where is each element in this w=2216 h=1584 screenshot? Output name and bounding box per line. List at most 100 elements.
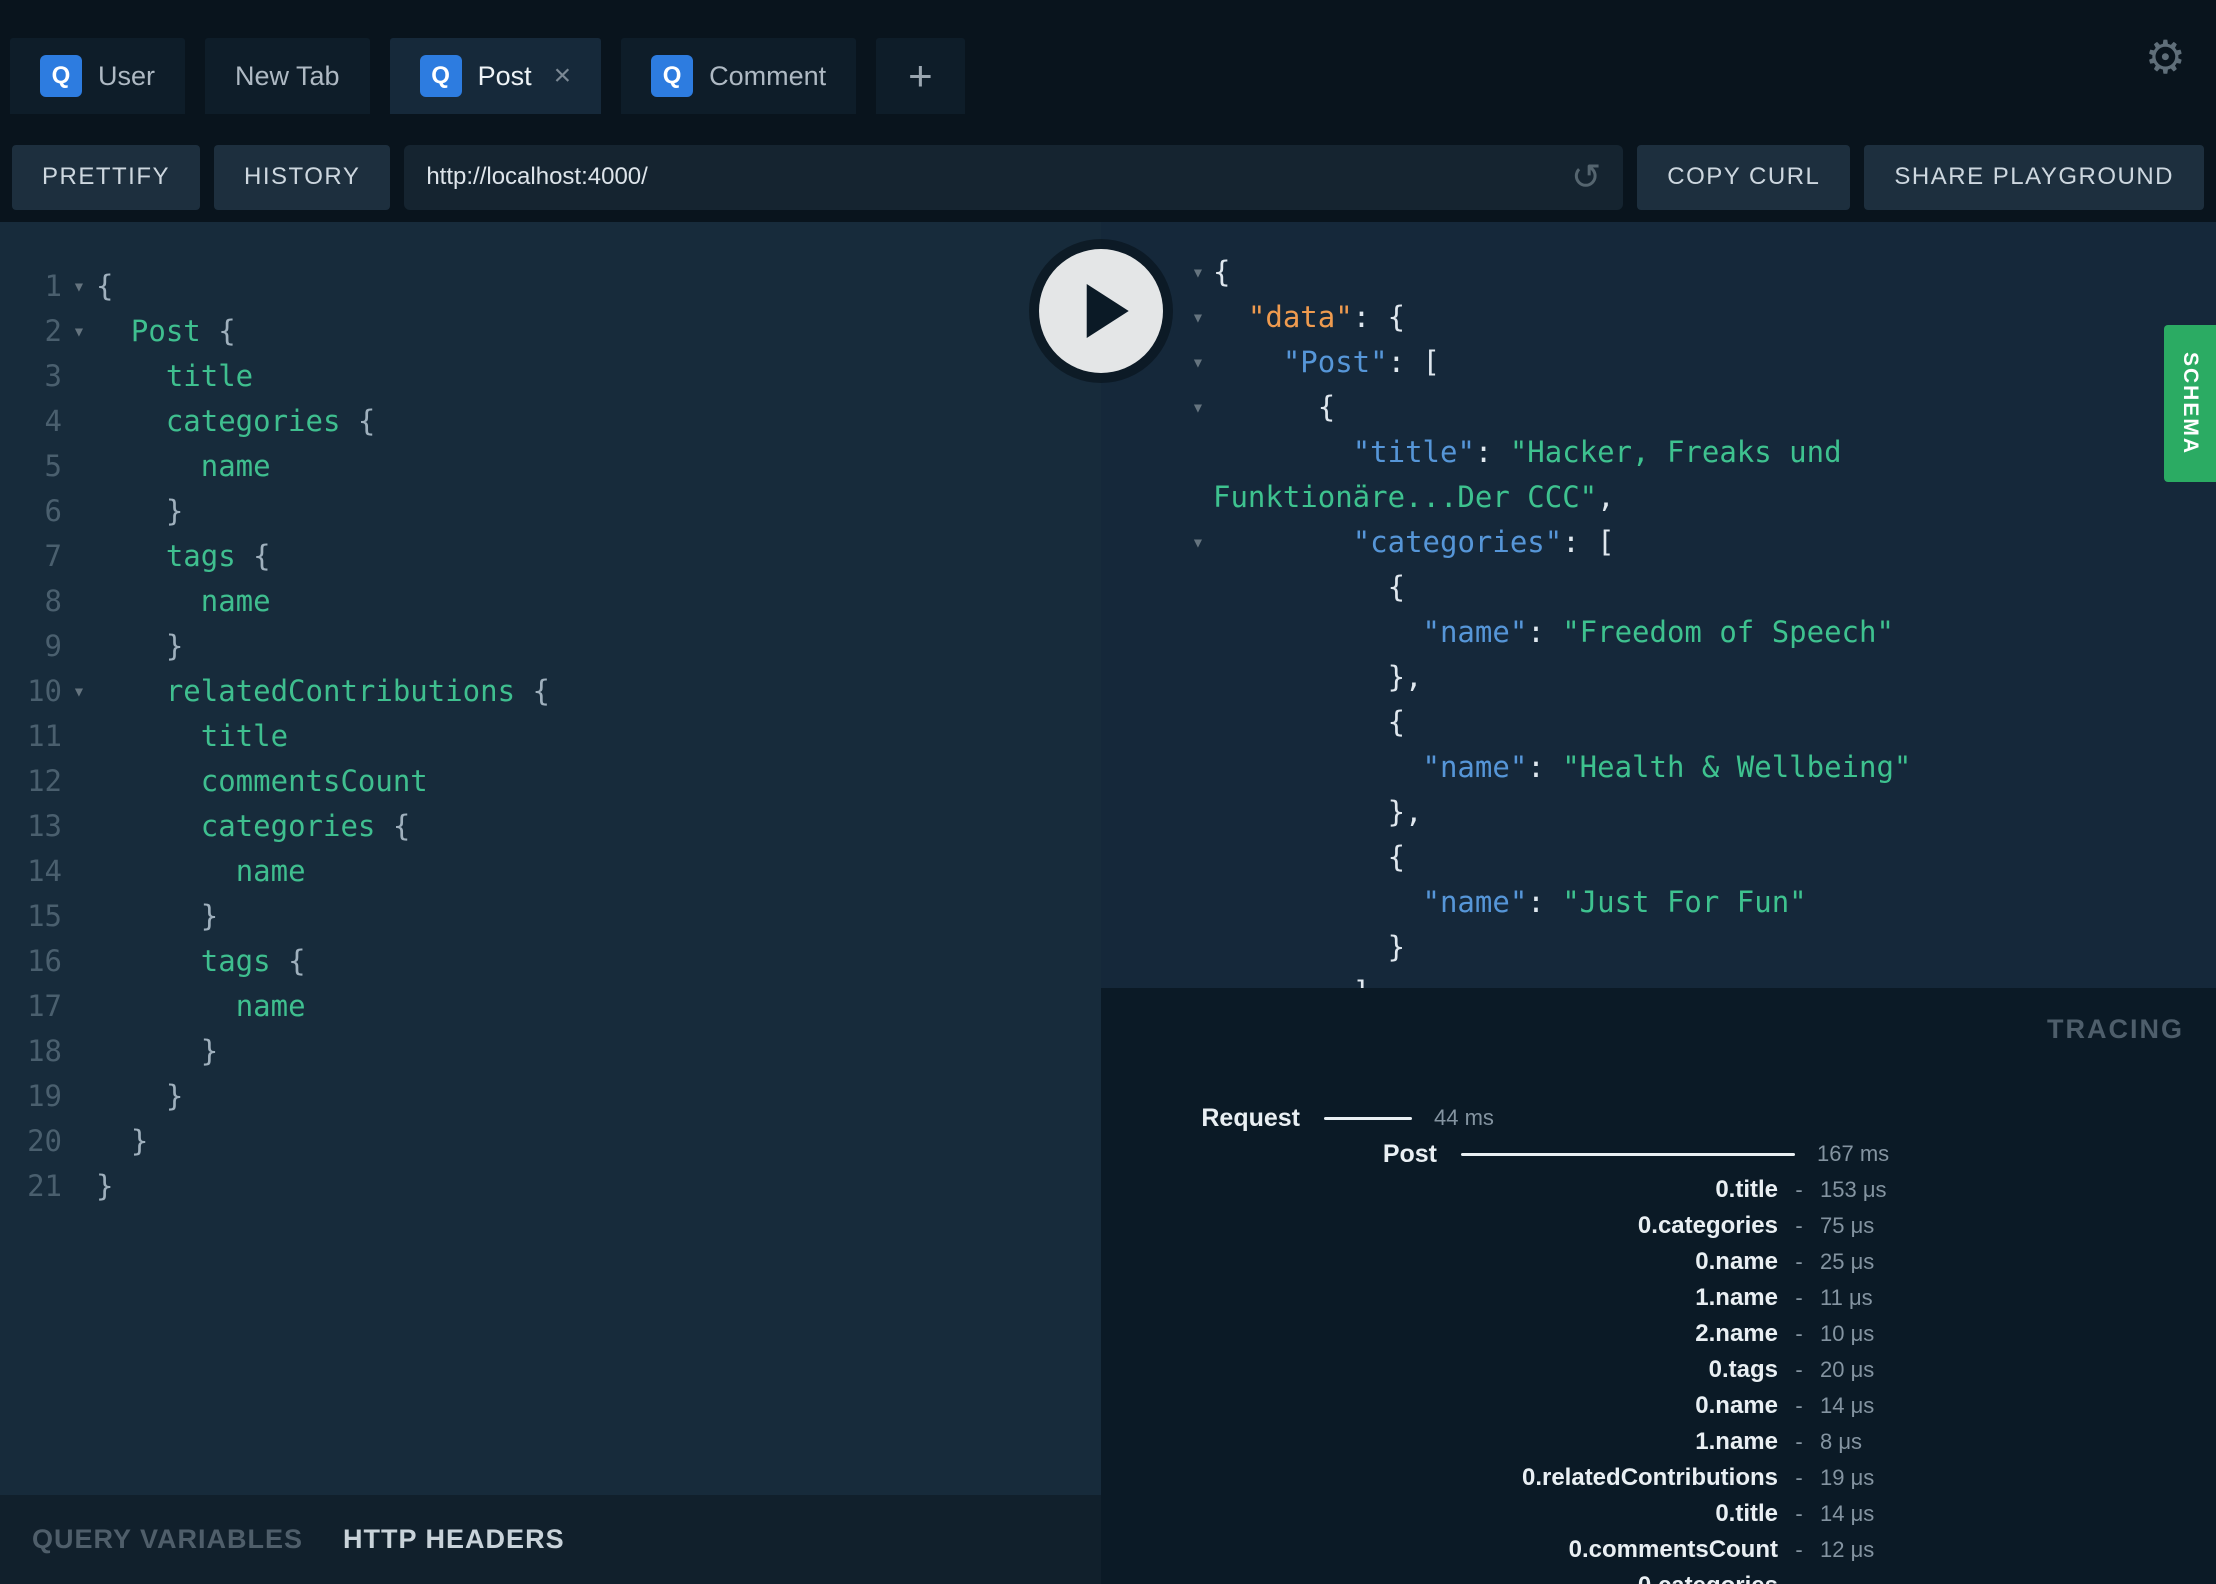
editor-line[interactable]: 15 } xyxy=(0,894,1101,939)
response-viewer[interactable]: ▾{▾ "data": {▾ "Post": [▾ { "title": "Ha… xyxy=(1101,222,2216,988)
tracing-span-row: Request 44 ms xyxy=(1101,1100,2216,1136)
editor-line[interactable]: 11 title xyxy=(0,714,1101,759)
line-number: 16 xyxy=(27,944,62,978)
tracing-field-row: 2.name -10 μs xyxy=(1101,1316,2216,1352)
tab-bar-tabs: Q User New Tab Q Post × Q Comment + xyxy=(10,38,965,114)
editor-line[interactable]: 10 ▾ relatedContributions { xyxy=(0,669,1101,714)
tracing-span-label: Request xyxy=(1201,1103,1300,1132)
tracing-dash: - xyxy=(1795,1285,1803,1310)
editor-bottom-bar: QUERY VARIABLES HTTP HEADERS xyxy=(0,1495,1101,1584)
tracing-span-duration: 167 ms xyxy=(1817,1141,1890,1166)
copy-curl-button[interactable]: COPY CURL xyxy=(1637,144,1851,210)
tracing-duration-bar xyxy=(1324,1116,1412,1120)
editor-line[interactable]: 7 tags { xyxy=(0,534,1101,579)
editor-line[interactable]: 21} xyxy=(0,1164,1101,1209)
fold-arrow-icon[interactable]: ▾ xyxy=(62,264,96,309)
response-line: ▾{ xyxy=(1192,250,2196,295)
share-playground-button[interactable]: SHARE PLAYGROUND xyxy=(1864,144,2204,210)
tracing-field-duration: 19 μs xyxy=(1820,1465,1875,1490)
editor-line[interactable]: 2 ▾ Post { xyxy=(0,309,1101,354)
code-text: commentsCount xyxy=(200,764,428,798)
fold-arrow-icon[interactable]: ▾ xyxy=(1185,250,1211,295)
response-line: Funktionäre...Der CCC", xyxy=(1213,480,1615,514)
tab-user[interactable]: Q User xyxy=(10,38,186,114)
tracing-field-row: 0.title -14 μs xyxy=(1101,1496,2216,1532)
code-text: } xyxy=(96,629,184,663)
line-number: 6 xyxy=(44,494,62,528)
line-number: 12 xyxy=(27,764,62,798)
line-number: 18 xyxy=(27,1034,62,1068)
editor-line[interactable]: 8 name xyxy=(0,579,1101,624)
tab-label: Post xyxy=(477,60,532,91)
editor-line[interactable]: 3 title xyxy=(0,354,1101,399)
fold-arrow-icon[interactable]: ▾ xyxy=(1185,520,1211,565)
tab-post[interactable]: Q Post × xyxy=(389,38,602,114)
code-text: name xyxy=(200,584,271,618)
tracing-field-row: 0.name -25 μs xyxy=(1101,1244,2216,1280)
editor-line[interactable]: 6 } xyxy=(0,489,1101,534)
editor-line[interactable]: 12 commentsCount xyxy=(0,759,1101,804)
editor-line[interactable]: 5 name xyxy=(0,444,1101,489)
editor-line[interactable]: 4 categories { xyxy=(0,399,1101,444)
query-variables-tab[interactable]: QUERY VARIABLES xyxy=(32,1524,303,1555)
response-line: ▾ "categories": [ xyxy=(1192,520,2196,565)
line-number: 7 xyxy=(44,539,62,573)
http-headers-tab[interactable]: HTTP HEADERS xyxy=(343,1524,565,1555)
tracing-field-row: 0.relatedContributions -19 μs xyxy=(1101,1460,2216,1496)
tracing-span-row: Post 167 ms xyxy=(1101,1136,2216,1172)
line-number: 4 xyxy=(44,404,62,438)
fold-arrow-icon[interactable]: ▾ xyxy=(1185,295,1211,340)
tracing-field-duration: 25 μs xyxy=(1820,1249,1875,1274)
tracing-dash: - xyxy=(1795,1429,1803,1454)
tracing-dash: - xyxy=(1795,1321,1803,1346)
new-tab-button[interactable]: + xyxy=(876,38,965,114)
code-text: title xyxy=(165,359,254,393)
code-text: title xyxy=(200,719,289,753)
line-number: 19 xyxy=(27,1079,62,1113)
tracing-field-row: 0.title -153 μs xyxy=(1101,1172,2216,1208)
tracing-field-duration: 75 μs xyxy=(1820,1213,1875,1238)
response-line: ▾ "Post": [ xyxy=(1192,340,2196,385)
tracing-field-name: 0.tags xyxy=(1708,1356,1778,1383)
tab-label: New Tab xyxy=(235,60,340,91)
tracing-dash: - xyxy=(1795,1249,1803,1274)
fold-arrow-icon[interactable]: ▾ xyxy=(1185,340,1211,385)
endpoint-url-input[interactable] xyxy=(426,163,1572,191)
query-editor-pane[interactable]: 1 ▾{2 ▾ Post {3 title 4 categories {5 name 6… xyxy=(0,222,1101,1584)
editor-line[interactable]: 9 } xyxy=(0,624,1101,669)
fold-gutter-spacer xyxy=(62,939,96,984)
play-icon xyxy=(1086,284,1129,338)
editor-line[interactable]: 18 } xyxy=(0,1029,1101,1074)
response-line: ▾ "data": { xyxy=(1192,295,2196,340)
editor-line[interactable]: 1 ▾{ xyxy=(0,264,1101,309)
tracing-field-name: 0.name xyxy=(1695,1392,1778,1419)
reload-schema-icon[interactable]: ↺ xyxy=(1571,159,1601,195)
response-line: "name": "Health & Wellbeing" xyxy=(1422,750,1912,784)
fold-gutter-spacer xyxy=(62,444,96,489)
schema-tab[interactable]: SCHEMA xyxy=(2164,325,2216,482)
history-button[interactable]: HISTORY xyxy=(214,144,391,210)
tracing-field-duration: 14 μs xyxy=(1820,1393,1875,1418)
execute-query-button[interactable] xyxy=(1039,249,1163,373)
line-number: 2 xyxy=(44,314,62,348)
editor-line[interactable]: 19 } xyxy=(0,1074,1101,1119)
tracing-dash: - xyxy=(1795,1393,1803,1418)
line-number: 3 xyxy=(44,359,62,393)
editor-line[interactable]: 16 tags { xyxy=(0,939,1101,984)
tab-comment[interactable]: Q Comment xyxy=(621,38,857,114)
response-line: ] xyxy=(1213,970,2196,988)
editor-line[interactable]: 14 name xyxy=(0,849,1101,894)
tracing-dash: - xyxy=(1795,1213,1803,1238)
tab-new-tab[interactable]: New Tab xyxy=(205,38,370,114)
fold-arrow-icon[interactable]: ▾ xyxy=(62,309,96,354)
prettify-button[interactable]: PRETTIFY xyxy=(12,144,201,210)
fold-gutter-spacer xyxy=(62,399,96,444)
code-text: } xyxy=(96,1124,149,1158)
settings-gear-icon[interactable]: ⚙ xyxy=(2145,34,2186,80)
editor-line[interactable]: 17 name xyxy=(0,984,1101,1029)
editor-line[interactable]: 13 categories { xyxy=(0,804,1101,849)
fold-arrow-icon[interactable]: ▾ xyxy=(62,669,96,714)
fold-arrow-icon[interactable]: ▾ xyxy=(1185,385,1211,430)
close-tab-icon[interactable]: × xyxy=(554,61,572,91)
editor-line[interactable]: 20 } xyxy=(0,1119,1101,1164)
